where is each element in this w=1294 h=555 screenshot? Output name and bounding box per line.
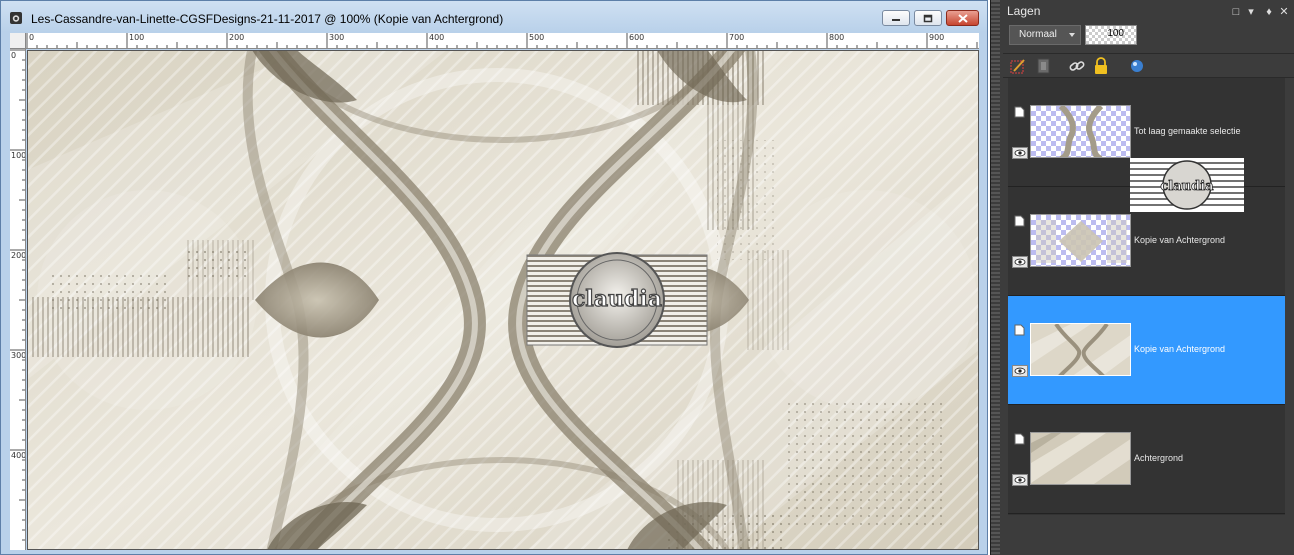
layer-thumbnail <box>1030 105 1131 158</box>
panel-menu-icon[interactable]: ▾ <box>1245 6 1257 18</box>
minimize-icon <box>892 19 900 21</box>
layer-thumbnail <box>1030 323 1131 376</box>
watermark-text: claudia <box>572 286 662 312</box>
ruler-label: 500 <box>529 33 545 42</box>
panel-grip[interactable] <box>991 0 1000 555</box>
edit-selection-icon[interactable] <box>1009 57 1027 75</box>
chevron-down-icon <box>1069 33 1075 37</box>
layer-name: Kopie van Achtergrond <box>1134 344 1226 354</box>
layers-panel: Lagen □ ▾ ♦ ✕ Normaal 100 Tot laag gemaa… <box>990 0 1294 555</box>
artwork: claudia <box>27 50 979 550</box>
layer-thumbnail <box>1030 432 1131 485</box>
lock-icon[interactable] <box>1092 57 1110 75</box>
divider <box>1003 53 1294 54</box>
panel-maximize-icon[interactable]: □ <box>1230 6 1242 18</box>
panel-footer <box>1008 515 1285 555</box>
vertical-ruler[interactable]: 0 100 200 300 400 <box>10 49 26 550</box>
ruler-label: 200 <box>11 251 26 260</box>
watermark-badge: claudia <box>526 252 708 348</box>
layer-group-toggle-icon[interactable] <box>1012 432 1026 446</box>
layer-row[interactable]: Kopie van Achtergrond <box>1008 187 1285 296</box>
layer-row[interactable]: Tot laag gemaakte selectie claudia <box>1008 78 1285 212</box>
panel-close-icon[interactable]: ✕ <box>1278 6 1290 18</box>
document-window: Les-Cassandre-van-Linette-CGSFDesigns-21… <box>0 0 988 555</box>
layer-thumbnail <box>1030 214 1131 267</box>
ruler-label: 900 <box>929 33 945 42</box>
blend-mode-select[interactable]: Normaal <box>1009 25 1081 45</box>
ruler-label: 700 <box>729 33 745 42</box>
document-icon <box>10 12 22 24</box>
panel-pin-icon[interactable]: ♦ <box>1263 6 1275 18</box>
visibility-eye-icon[interactable] <box>1012 256 1028 268</box>
minimize-button[interactable] <box>882 10 910 26</box>
image-canvas[interactable]: claudia <box>27 50 979 550</box>
ruler-label: 400 <box>11 451 26 460</box>
document-titlebar[interactable]: Les-Cassandre-van-Linette-CGSFDesigns-21… <box>1 1 987 32</box>
vertical-ruler-ticks <box>10 49 25 541</box>
layer-group-toggle-icon[interactable] <box>1012 105 1026 119</box>
layer-group-toggle-icon[interactable] <box>1012 214 1026 228</box>
horizontal-ruler[interactable]: 0 100 200 300 400 500 600 700 800 900 <box>10 33 979 49</box>
restore-icon <box>923 14 933 22</box>
visibility-eye-icon[interactable] <box>1012 147 1028 159</box>
visibility-eye-icon[interactable] <box>1012 365 1028 377</box>
layer-row[interactable]: Achtergrond <box>1008 405 1285 514</box>
ruler-label: 0 <box>11 51 17 60</box>
ruler-corner <box>10 33 26 49</box>
blend-mode-value: Normaal <box>1019 29 1057 40</box>
mask-icon[interactable] <box>1035 57 1053 75</box>
opacity-field[interactable]: 100 <box>1085 25 1137 45</box>
ruler-label: 400 <box>429 33 445 42</box>
ruler-label: 0 <box>29 33 35 42</box>
ruler-label: 100 <box>11 151 26 160</box>
layer-name: Achtergrond <box>1134 453 1184 463</box>
layers-list: Tot laag gemaakte selectie claudia Kopie… <box>1008 78 1285 515</box>
ruler-label: 200 <box>229 33 245 42</box>
ruler-label: 600 <box>629 33 645 42</box>
close-icon <box>957 13 968 23</box>
link-icon[interactable] <box>1068 57 1086 75</box>
layer-group-toggle-icon[interactable] <box>1012 323 1026 337</box>
ruler-label: 300 <box>11 351 26 360</box>
layer-name: Tot laag gemaakte selectie <box>1134 126 1241 136</box>
panel-title: Lagen <box>1007 4 1041 18</box>
close-button[interactable] <box>946 10 979 26</box>
layer-row-selected[interactable]: Kopie van Achtergrond <box>1008 296 1285 405</box>
ruler-label: 100 <box>129 33 145 42</box>
ruler-label: 800 <box>829 33 845 42</box>
restore-button[interactable] <box>914 10 942 26</box>
layer-name: Kopie van Achtergrond <box>1134 235 1226 245</box>
ruler-label: 300 <box>329 33 345 42</box>
visibility-eye-icon[interactable] <box>1012 474 1028 486</box>
document-title: Les-Cassandre-van-Linette-CGSFDesigns-21… <box>31 12 504 26</box>
opacity-value: 100 <box>1107 28 1124 39</box>
color-globe-icon[interactable] <box>1128 57 1146 75</box>
